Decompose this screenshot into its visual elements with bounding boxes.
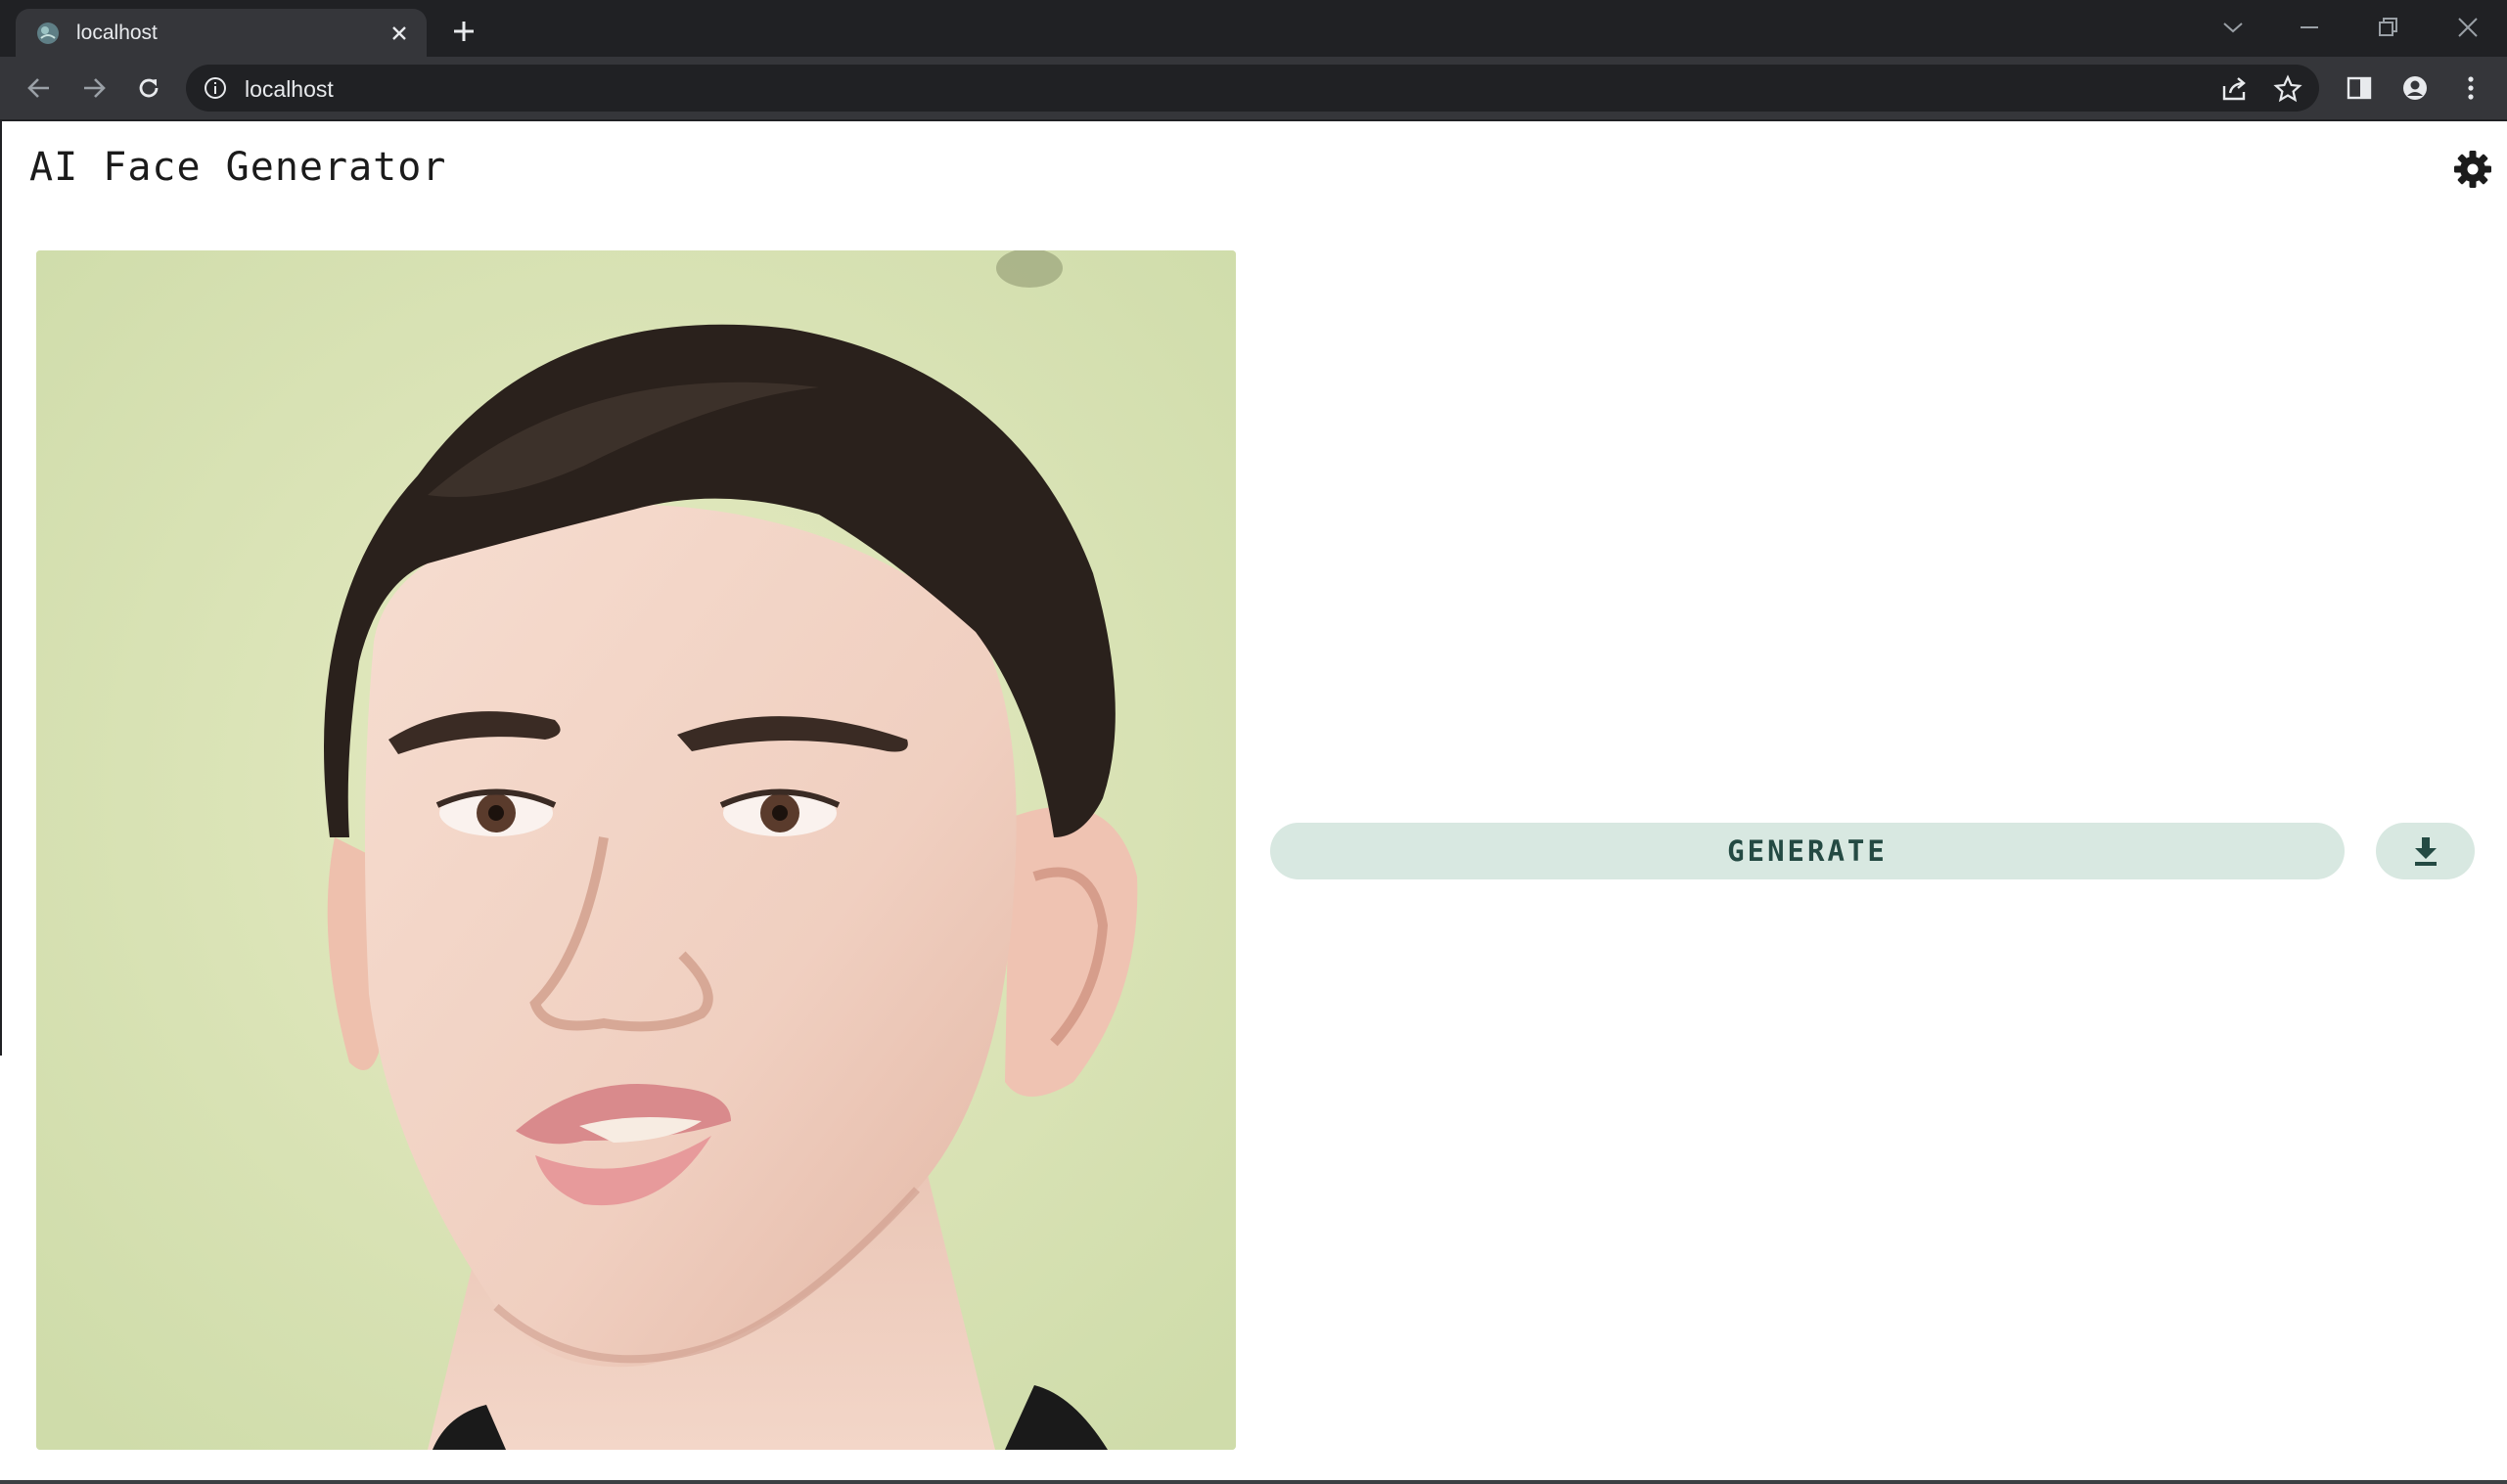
close-window-icon[interactable]	[2448, 8, 2487, 47]
url-text[interactable]: localhost	[245, 76, 334, 103]
more-menu-icon[interactable]	[2453, 70, 2488, 106]
tab-search-chevron-icon[interactable]	[2213, 8, 2253, 47]
browser-tab-bar: localhost	[0, 0, 2507, 57]
download-icon	[2414, 837, 2437, 866]
generate-button[interactable]: GENERATE	[1270, 823, 2345, 879]
reload-icon[interactable]	[131, 70, 166, 106]
site-info-icon[interactable]	[204, 76, 227, 100]
browser-toolbar: localhost	[0, 57, 2507, 119]
back-arrow-icon[interactable]	[22, 70, 57, 106]
settings-gear-icon[interactable]	[2452, 149, 2493, 190]
bookmark-star-icon[interactable]	[2273, 74, 2302, 104]
left-edge	[0, 121, 2, 1056]
generate-button-label: GENERATE	[1727, 834, 1888, 868]
generated-face-image	[36, 250, 1236, 1450]
download-button[interactable]	[2376, 823, 2475, 879]
side-panel-icon[interactable]	[2342, 70, 2377, 106]
app-favicon-icon	[37, 22, 59, 44]
share-icon[interactable]	[2219, 74, 2249, 104]
address-bar[interactable]: localhost	[186, 65, 2319, 112]
page-divider	[0, 119, 2507, 121]
page-title: AI Face Generator	[29, 145, 447, 190]
forward-arrow-icon[interactable]	[76, 70, 112, 106]
minimize-icon[interactable]	[2290, 8, 2329, 47]
profile-avatar-icon[interactable]	[2397, 70, 2433, 106]
browser-tab[interactable]: localhost	[16, 9, 427, 57]
restore-window-icon[interactable]	[2369, 8, 2408, 47]
tab-title: localhost	[76, 22, 158, 44]
window-bottom-edge	[0, 1480, 2507, 1484]
new-tab-plus-icon[interactable]	[446, 14, 481, 49]
tab-close-icon[interactable]	[386, 20, 413, 47]
